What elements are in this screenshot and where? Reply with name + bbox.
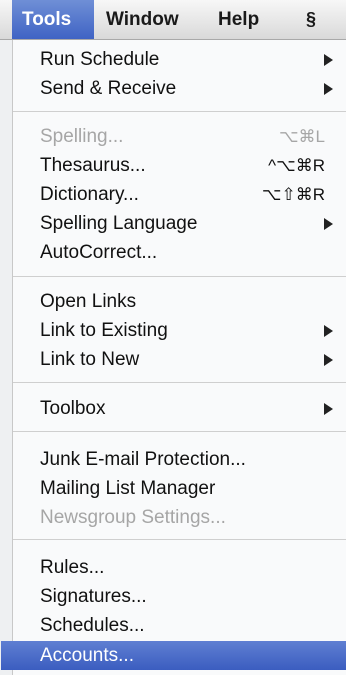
menu-item-schedules[interactable]: Schedules... [13,611,346,640]
menu-item-link-to-existing[interactable]: Link to Existing [13,316,346,345]
script-menu-icon[interactable]: § [296,0,326,39]
menu-item-shortcut: ⌥⇧⌘R [261,185,325,204]
menu-item-label: Newsgroup Settings... [40,507,226,528]
menu-item-label: Rules... [40,557,105,578]
menu-item-signatures[interactable]: Signatures... [13,582,346,611]
submenu-arrow-icon [324,218,333,230]
menu-item-spelling: Spelling... ⌥⌘L [13,122,346,151]
menu-item-label: Accounts... [40,645,134,666]
menubar-tools[interactable]: Tools [12,0,94,39]
menu-separator [13,431,346,432]
menu-item-label: Junk E-mail Protection... [40,449,246,470]
menu-item-label: Link to New [40,349,140,370]
submenu-arrow-icon [324,83,333,95]
menu-item-label: Dictionary... [40,184,139,205]
menu-item-label: Spelling... [40,126,124,147]
menu-item-shortcut: ⌥⌘L [278,127,325,146]
menu-item-label: Thesaurus... [40,155,146,176]
menu-item-open-links[interactable]: Open Links [13,287,346,316]
menu-item-link-to-new[interactable]: Link to New [13,345,346,374]
menubar-help[interactable]: Help [216,0,276,39]
submenu-arrow-icon [324,354,333,366]
menu-item-newsgroup-settings: Newsgroup Settings... [13,503,346,532]
menu-separator [13,539,346,540]
menubar-window[interactable]: Window [104,0,204,39]
menu-item-label: Link to Existing [40,320,168,341]
menu-item-spelling-language[interactable]: Spelling Language [13,209,346,238]
menu-item-junk-email-protection[interactable]: Junk E-mail Protection... [13,445,346,474]
menu-item-accounts[interactable]: Accounts... [1,641,346,670]
menu-item-label: Spelling Language [40,213,198,234]
menu-item-label: Send & Receive [40,78,177,99]
submenu-arrow-icon [324,54,333,66]
menu-bar: Tools Window Help § [0,0,346,40]
menu-item-label: Open Links [40,291,137,312]
menu-item-dictionary[interactable]: Dictionary... ⌥⇧⌘R [13,180,346,209]
menu-item-thesaurus[interactable]: Thesaurus... ^⌥⌘R [13,151,346,180]
submenu-arrow-icon [324,325,333,337]
menu-item-label: Toolbox [40,398,106,419]
screen: Tools Window Help § Run Schedule Send & … [0,0,346,675]
menu-item-label: Signatures... [40,586,147,607]
menu-item-label: Run Schedule [40,49,160,70]
menu-item-label: Mailing List Manager [40,478,216,499]
tools-menu: Run Schedule Send & Receive Spelling... … [1,40,346,675]
menu-item-shortcut: ^⌥⌘R [268,156,325,175]
menu-item-toolbox[interactable]: Toolbox [13,394,346,423]
menu-separator [13,111,346,112]
menu-item-autocorrect[interactable]: AutoCorrect... [13,238,346,267]
menu-item-send-receive[interactable]: Send & Receive [13,74,346,103]
menu-item-mailing-list-manager[interactable]: Mailing List Manager [13,474,346,503]
menu-separator [13,382,346,383]
menu-item-run-schedule[interactable]: Run Schedule [13,45,346,74]
submenu-arrow-icon [324,403,333,415]
menu-item-label: AutoCorrect... [40,242,158,263]
menu-item-rules[interactable]: Rules... [13,553,346,582]
menu-item-label: Schedules... [40,615,145,636]
menu-separator [13,276,346,277]
